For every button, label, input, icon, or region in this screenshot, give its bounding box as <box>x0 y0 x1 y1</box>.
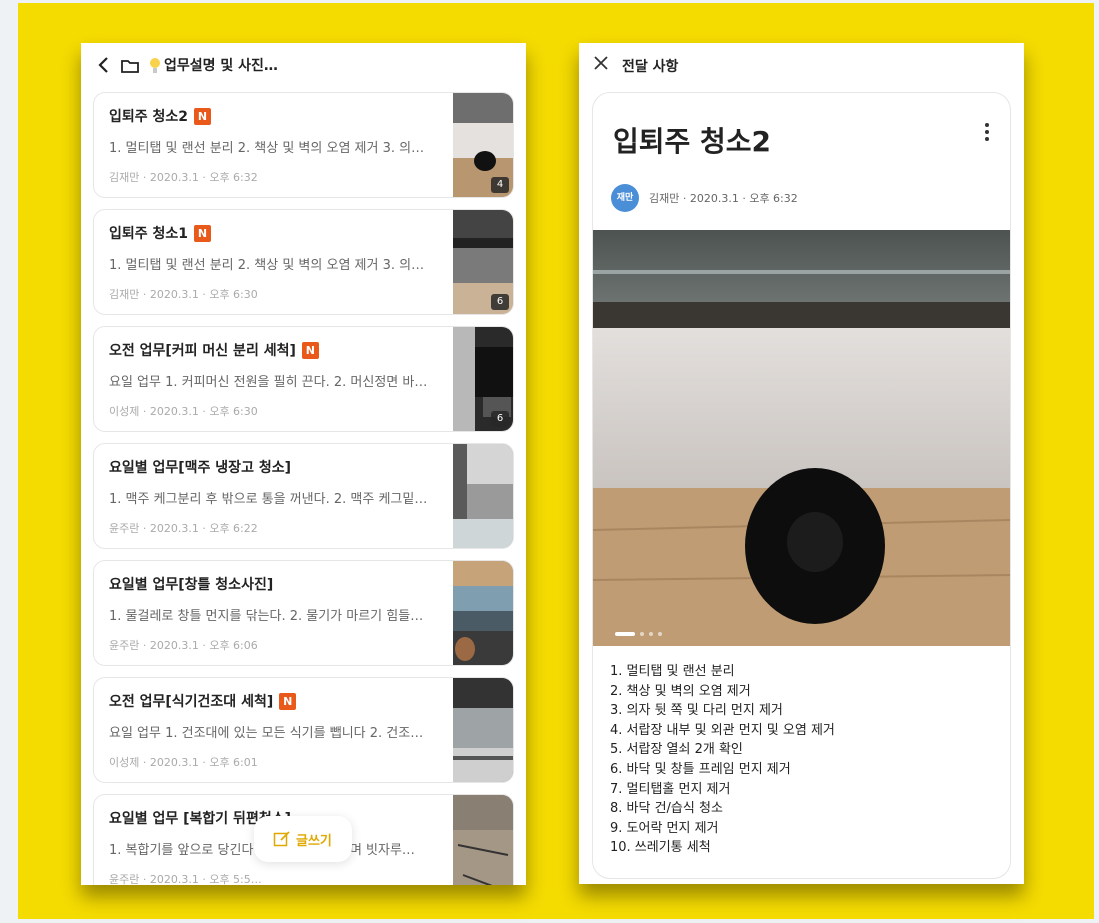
post-meta: 윤주란 · 2020.3.1 · 오후 6:06 <box>109 639 258 652</box>
body-line: 2. 책상 및 벽의 오염 제거 <box>610 683 751 699</box>
post-title: 입퇴주 청소2 <box>613 125 772 158</box>
post-card[interactable]: 요일별 업무[창틀 청소사진] 1. 물걸레로 창틀 먼지를 닦는다. 2. 물… <box>93 560 514 666</box>
carousel-indicator[interactable] <box>615 623 667 636</box>
post-meta: 이성제 · 2020.3.1 · 오후 6:01 <box>109 756 258 769</box>
detail-header: 전달 사항 <box>579 43 1024 89</box>
body-line: 1. 멀티탭 및 랜선 분리 <box>610 664 735 679</box>
body-line: 3. 의자 뒷 쪽 및 다리 먼지 제거 <box>610 703 783 719</box>
post-card[interactable]: 오전 업무[커피 머신 분리 세척] N 요일 업무 1. 커피머신 전원을 필히… <box>93 326 514 432</box>
post-title: 오전 업무[커피 머신 분리 세척] N <box>109 340 319 360</box>
post-excerpt: 1. 멀티탭 및 랜선 분리 2. 책상 및 벽의 오염 제거 3. 의… <box>109 141 425 156</box>
close-icon[interactable] <box>593 55 609 76</box>
post-meta: 윤주란 · 2020.3.1 · 오후 5:5… <box>109 873 262 885</box>
new-badge: N <box>279 693 297 710</box>
detail-header-title: 전달 사항 <box>622 59 679 75</box>
post-excerpt: 1. 맥주 케그분리 후 밖으로 통을 꺼낸다. 2. 맥주 케그밑… <box>109 492 428 507</box>
post-title: 요일별 업무[맥주 냉장고 청소] <box>109 460 291 476</box>
post-title: 오전 업무[식기건조대 세척] N <box>109 691 297 711</box>
post-thumbnail <box>453 561 513 665</box>
post-detail-screen: 전달 사항 입퇴주 청소2 재만 김재만 · 2020.3.1 · 오후 6:3… <box>579 43 1024 884</box>
post-meta: 김재만 · 2020.3.1 · 오후 6:30 <box>109 288 258 301</box>
write-button-label: 글쓰기 <box>296 834 332 849</box>
post-list: 입퇴주 청소2 N 1. 멀티탭 및 랜선 분리 2. 책상 및 벽의 오염 제거… <box>93 92 514 885</box>
body-line: 9. 도어락 먼지 제거 <box>610 820 719 836</box>
post-meta: 윤주란 · 2020.3.1 · 오후 6:22 <box>109 522 258 535</box>
post-title: 요일별 업무[창틀 청소사진] <box>109 577 274 593</box>
post-meta: 이성제 · 2020.3.1 · 오후 6:30 <box>109 405 258 418</box>
new-badge: N <box>194 225 212 242</box>
post-meta: 김재만 · 2020.3.1 · 오후 6:32 <box>109 171 258 184</box>
body-line: 4. 서랍장 내부 및 외관 먼지 및 오염 제거 <box>610 722 835 738</box>
new-badge: N <box>194 108 212 125</box>
post-body: 1. 멀티탭 및 랜선 분리 2. 책상 및 벽의 오염 제거 3. 의자 뒷 … <box>610 662 1000 858</box>
image-count: 6 <box>491 294 509 310</box>
post-excerpt: 요일 업무 1. 커피머신 전원을 필히 끈다. 2. 머신정면 바… <box>109 375 428 390</box>
body-line: 10. 쓰레기통 세척 <box>610 840 711 856</box>
post-thumbnail <box>453 444 513 548</box>
post-card[interactable]: 오전 업무[식기건조대 세척] N 요일 업무 1. 건조대에 있는 모든 식기를… <box>93 677 514 783</box>
post-detail-card: 입퇴주 청소2 재만 김재만 · 2020.3.1 · 오후 6:32 1. 멀… <box>592 92 1011 879</box>
new-badge: N <box>301 342 319 359</box>
post-photo[interactable] <box>593 230 1010 646</box>
edit-icon <box>273 830 291 848</box>
post-thumbnail <box>453 795 513 885</box>
chevron-left-icon[interactable] <box>97 56 117 76</box>
more-vertical-icon[interactable] <box>984 123 990 141</box>
body-line: 6. 바닥 및 창틀 프레임 먼지 제거 <box>610 761 791 777</box>
list-header: 업무설명 및 사진… <box>81 43 526 89</box>
post-excerpt: 1. 멀티탭 및 랜선 분리 2. 책상 및 벽의 오염 제거 3. 의… <box>109 258 425 273</box>
body-line: 7. 멀티탭홀 먼지 제거 <box>610 781 731 797</box>
post-meta: 김재만 · 2020.3.1 · 오후 6:32 <box>649 192 798 205</box>
lightbulb-icon <box>149 56 161 76</box>
avatar: 재만 <box>611 184 639 212</box>
post-excerpt: 1. 물걸레로 창틀 먼지를 닦는다. 2. 물기가 마르기 힘들… <box>109 609 424 624</box>
post-card[interactable]: 요일별 업무[맥주 냉장고 청소] 1. 맥주 케그분리 후 밖으로 통을 꺼낸… <box>93 443 514 549</box>
body-line: 5. 서랍장 열쇠 2개 확인 <box>610 742 743 758</box>
folder-icon <box>121 58 139 73</box>
image-count: 4 <box>491 177 509 193</box>
board-title: 업무설명 및 사진… <box>164 58 278 74</box>
body-line: 8. 바닥 건/습식 청소 <box>610 801 723 817</box>
post-thumbnail <box>453 678 513 782</box>
write-button[interactable]: 글쓰기 <box>254 816 352 862</box>
post-title: 입퇴주 청소1 N <box>109 223 212 243</box>
post-card[interactable]: 입퇴주 청소2 N 1. 멀티탭 및 랜선 분리 2. 책상 및 벽의 오염 제거… <box>93 92 514 198</box>
image-count: 6 <box>491 411 509 427</box>
post-excerpt: 요일 업무 1. 건조대에 있는 모든 식기를 뺍니다 2. 건조… <box>109 726 424 741</box>
post-title: 입퇴주 청소2 N <box>109 106 212 126</box>
post-card[interactable]: 입퇴주 청소1 N 1. 멀티탭 및 랜선 분리 2. 책상 및 벽의 오염 제거… <box>93 209 514 315</box>
post-list-screen: 업무설명 및 사진… 입퇴주 청소2 N 1. 멀티탭 및 랜선 분리 2. 책상… <box>81 43 526 885</box>
